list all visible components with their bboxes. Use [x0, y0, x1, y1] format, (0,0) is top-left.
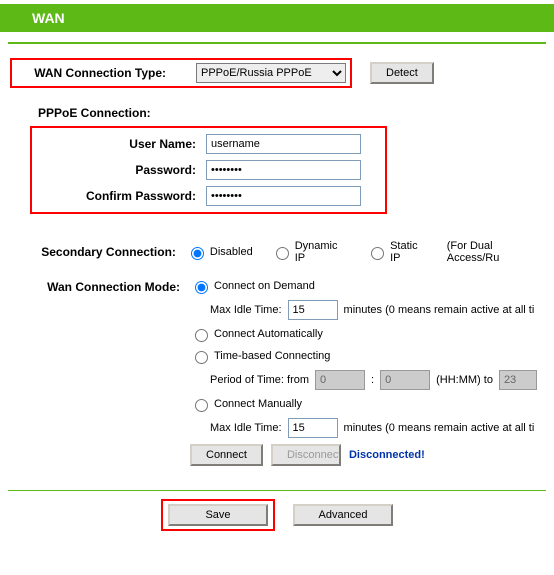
mode-time-option[interactable]: Time-based Connecting — [190, 348, 330, 364]
page-title: WAN — [32, 10, 65, 26]
wan-mode-label: Wan Connection Mode: — [10, 278, 190, 294]
secondary-connection-label: Secondary Connection: — [10, 245, 186, 259]
mode-auto-option[interactable]: Connect Automatically — [190, 326, 323, 342]
mode-on-demand-option[interactable]: Connect on Demand — [190, 278, 315, 294]
secondary-dynamic-option[interactable]: Dynamic IP — [271, 240, 348, 264]
confirm-password-label: Confirm Password: — [36, 189, 206, 203]
period-from-input — [315, 370, 365, 390]
content-area: WAN Connection Type: PPPoE/Russia PPPoE … — [0, 44, 554, 476]
secondary-static-option[interactable]: Static IP — [366, 240, 429, 264]
wan-type-highlight-box: WAN Connection Type: PPPoE/Russia PPPoE — [10, 58, 352, 88]
wan-type-label: WAN Connection Type: — [16, 66, 176, 80]
connect-button[interactable]: Connect — [190, 444, 263, 466]
advanced-button[interactable]: Advanced — [293, 504, 393, 526]
max-idle-label-2: Max Idle Time: — [210, 422, 282, 434]
hhmm-label: (HH:MM) to — [436, 374, 493, 386]
secondary-note: (For Dual Access/Ru — [447, 240, 544, 264]
period-label: Period of Time: from — [210, 374, 309, 386]
mode-manual-option[interactable]: Connect Manually — [190, 396, 302, 412]
wan-type-select[interactable]: PPPoE/Russia PPPoE — [196, 63, 346, 83]
divider-bottom — [8, 490, 546, 491]
page-title-bar: WAN — [0, 4, 554, 32]
disconnect-button: Disconnect — [271, 444, 341, 466]
detect-button[interactable]: Detect — [370, 62, 434, 84]
password-input[interactable] — [206, 160, 361, 180]
secondary-disabled-option[interactable]: Disabled — [186, 244, 253, 260]
confirm-password-input[interactable] — [206, 186, 361, 206]
secondary-static-radio[interactable] — [371, 247, 384, 260]
save-highlight-box: Save — [161, 499, 275, 531]
secondary-dynamic-radio[interactable] — [276, 247, 289, 260]
mode-on-demand-radio[interactable] — [195, 281, 208, 294]
password-label: Password: — [36, 163, 206, 177]
pppoe-section-title: PPPoE Connection: — [38, 106, 544, 120]
username-label: User Name: — [36, 137, 206, 151]
max-idle-input-1[interactable] — [288, 300, 338, 320]
minutes-note-1: minutes (0 means remain active at all ti — [344, 304, 535, 316]
period-to-input — [380, 370, 430, 390]
username-input[interactable] — [206, 134, 361, 154]
pppoe-highlight-box: User Name: Password: Confirm Password: — [30, 126, 387, 214]
mode-auto-radio[interactable] — [195, 329, 208, 342]
connection-status: Disconnected! — [349, 449, 425, 461]
save-button[interactable]: Save — [168, 504, 268, 526]
max-idle-label-1: Max Idle Time: — [210, 304, 282, 316]
period-end-input — [499, 370, 537, 390]
minutes-note-2: minutes (0 means remain active at all ti — [344, 422, 535, 434]
secondary-disabled-radio[interactable] — [191, 247, 204, 260]
mode-time-radio[interactable] — [195, 351, 208, 364]
mode-manual-radio[interactable] — [195, 399, 208, 412]
max-idle-input-2[interactable] — [288, 418, 338, 438]
